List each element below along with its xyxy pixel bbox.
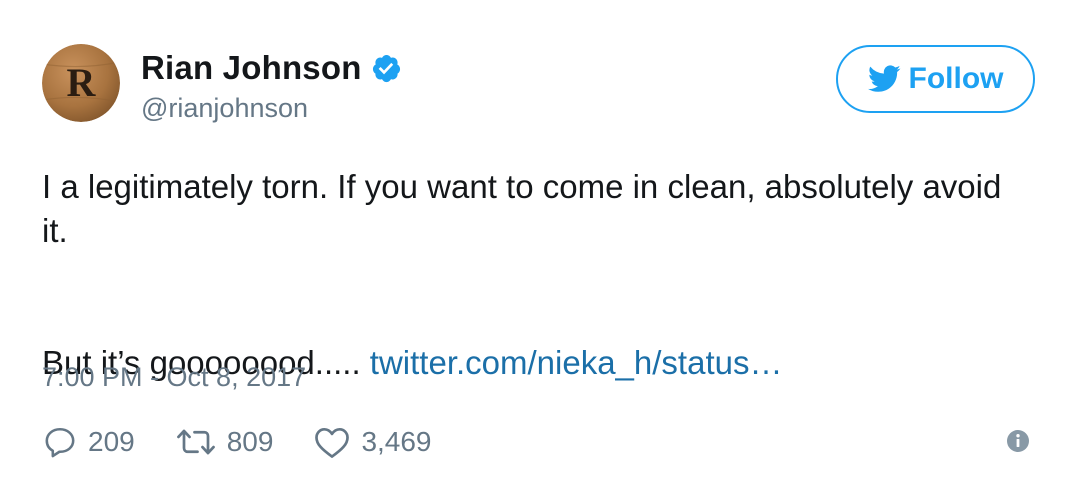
display-name[interactable]: Rian Johnson xyxy=(141,49,362,87)
name-row: Rian Johnson xyxy=(141,48,402,88)
avatar-letter: R xyxy=(67,60,97,105)
tweet-actions: 209 809 3,469 xyxy=(42,420,472,464)
twitter-bird-icon xyxy=(867,65,901,93)
retweet-count: 809 xyxy=(226,426,274,457)
info-icon[interactable] xyxy=(1006,429,1030,453)
retweet-icon xyxy=(176,429,215,455)
retweet-button[interactable]: 809 xyxy=(175,424,274,460)
heart-icon xyxy=(315,427,350,458)
follow-button[interactable]: Follow xyxy=(836,45,1035,113)
user-handle[interactable]: @rianjohnson xyxy=(141,93,308,124)
follow-label: Follow xyxy=(908,62,1004,95)
tweet-timestamp[interactable]: 7:00 PM - Oct 8, 2017 xyxy=(42,362,306,393)
reply-bubble-icon xyxy=(45,427,75,458)
avatar[interactable]: R xyxy=(42,44,120,122)
verified-badge-icon xyxy=(371,53,402,84)
like-button[interactable]: 3,469 xyxy=(313,424,432,460)
like-count: 3,469 xyxy=(361,426,432,457)
reply-count: 209 xyxy=(88,426,135,457)
tweet-link[interactable]: twitter.com/nieka_h/status… xyxy=(370,344,783,381)
reply-button[interactable]: 209 xyxy=(42,424,135,460)
tweet-text: I a legitimately torn. If you want to co… xyxy=(42,165,1002,385)
tweet-line-1: I a legitimately torn. If you want to co… xyxy=(42,168,1002,249)
tweet-card: R Rian Johnson @rianjohnson Follow I a l… xyxy=(0,0,1080,495)
